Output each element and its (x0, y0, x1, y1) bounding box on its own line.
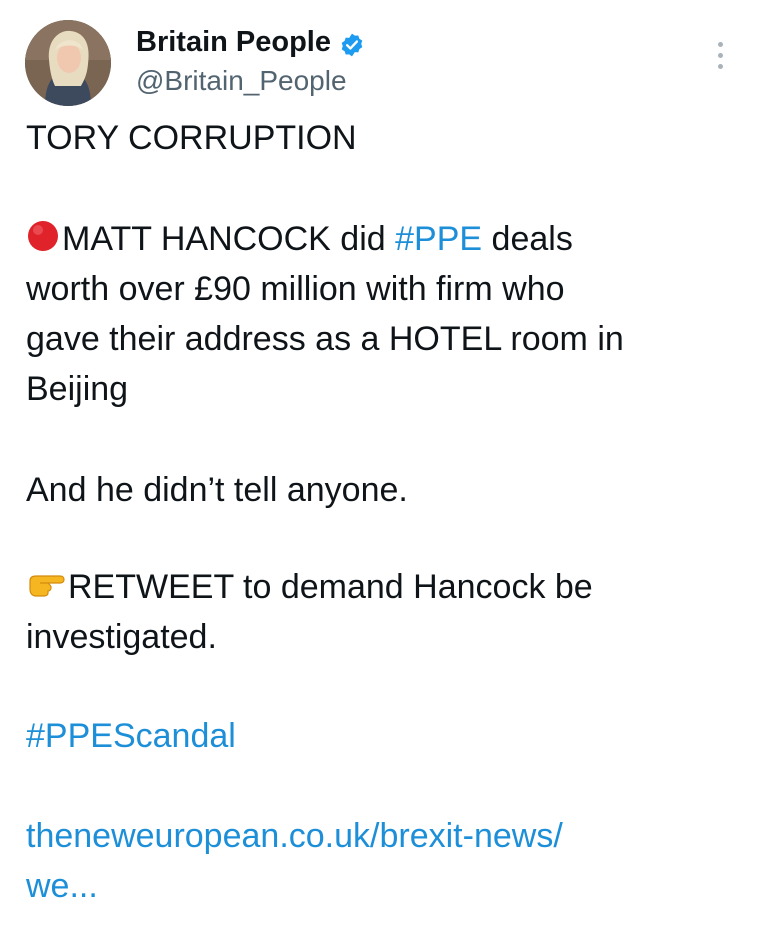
tweet-line-3: gave their address as a HOTEL room in (26, 320, 624, 358)
tweet-line-6-text: RETWEET to demand Hancock be (68, 568, 593, 606)
more-dot (717, 63, 723, 69)
hashtag-ppescandal[interactable]: #PPEScandal (26, 711, 236, 761)
pointing-hand-icon (26, 565, 66, 615)
avatar[interactable] (25, 20, 111, 106)
hashtag-ppe[interactable]: #PPE (395, 220, 482, 258)
article-link-line-1[interactable]: theneweuropean.co.uk/brexit-news/ (26, 811, 563, 861)
author-name-text[interactable]: Britain People (136, 22, 331, 62)
red-circle-icon (26, 217, 60, 267)
avatar-photo (25, 20, 111, 106)
tweet-line-2: worth over £90 million with firm who (26, 270, 565, 308)
more-dot (717, 41, 723, 47)
tweet-line-6: RETWEET to demand Hancock be (26, 562, 593, 615)
author-handle[interactable]: @Britain_People (136, 62, 347, 100)
article-link-line-2[interactable]: we... (26, 861, 98, 911)
tweet-line-1-pre: MATT HANCOCK did (62, 220, 396, 258)
tweet-line-5: And he didn’t tell anyone. (26, 471, 408, 509)
author-name[interactable]: Britain People (136, 22, 365, 62)
verified-badge-icon (339, 29, 365, 57)
tweet-line-1: MATT HANCOCK did #PPE deals (26, 214, 573, 267)
tweet-card: Britain People @Britain_People TORY CORR… (0, 0, 768, 930)
tweet-line-7: investigated. (26, 618, 217, 656)
tweet-line-1-post: deals (482, 220, 573, 258)
more-options-icon[interactable] (706, 38, 734, 72)
more-dot (717, 52, 723, 58)
tweet-line-4: Beijing (26, 370, 129, 408)
tweet-title: TORY CORRUPTION (26, 119, 357, 157)
